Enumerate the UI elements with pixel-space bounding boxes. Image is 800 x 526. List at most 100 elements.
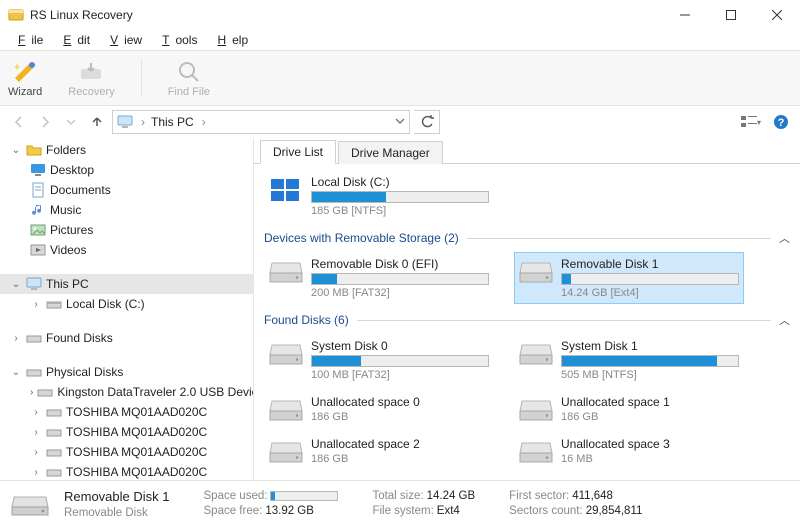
collapse-icon[interactable]: ︿ <box>779 230 790 246</box>
view-options-button[interactable]: ▾ <box>740 111 762 133</box>
tree-item-label: Found Disks <box>46 331 113 345</box>
drive-item[interactable]: System Disk 1505 MB [NTFS] <box>514 334 744 386</box>
drive-icon <box>269 397 303 423</box>
drive-item[interactable]: Unallocated space 1186 GB <box>514 390 744 428</box>
drive-title: Local Disk (C:) <box>311 175 489 189</box>
drive-item[interactable]: Unallocated space 2 186 GB <box>264 432 494 470</box>
drive-title: Unallocated space 2 <box>311 437 489 451</box>
nav-forward-button[interactable] <box>34 111 56 133</box>
app-icon <box>8 7 24 23</box>
drive-title: Unallocated space 0 <box>311 395 489 409</box>
chevron-right-icon[interactable]: › <box>30 447 42 458</box>
drive-item[interactable]: Local Disk (C:) 185 GB [NTFS] <box>264 170 494 222</box>
toolbar-wizard[interactable]: Wizard <box>8 58 42 98</box>
folder-icon <box>26 142 42 158</box>
menu-edit[interactable]: Edit <box>51 32 96 48</box>
group-heading[interactable]: Devices with Removable Storage (2)︿ <box>264 230 790 246</box>
collapse-icon[interactable]: ︿ <box>779 312 790 328</box>
menu-help[interactable]: Help <box>205 32 254 48</box>
drive-icon <box>269 259 303 285</box>
status-fs: Ext4 <box>437 505 460 517</box>
drive-icon <box>46 444 62 460</box>
drive-subtitle: 185 GB [NTFS] <box>311 205 489 217</box>
tree-folders-label: Folders <box>46 143 86 157</box>
toolbar-findfile[interactable]: Find File <box>168 58 210 98</box>
drive-icon <box>269 341 303 367</box>
drive-subtitle: 16 MB <box>561 453 739 465</box>
nav-up-button[interactable] <box>86 111 108 133</box>
drive-item[interactable]: System Disk 0100 MB [FAT32] <box>264 334 494 386</box>
minimize-button[interactable] <box>662 0 708 30</box>
tree-physical-disk-item[interactable]: ›TOSHIBA MQ01AAD020C <box>0 402 253 422</box>
menu-view[interactable]: View <box>98 32 148 48</box>
address-bar: › This PC › ▾ ? <box>0 106 800 138</box>
close-button[interactable] <box>754 0 800 30</box>
group-heading[interactable]: Found Disks (6)︿ <box>264 312 790 328</box>
drive-icon <box>46 296 62 312</box>
this-pc-icon <box>26 276 42 292</box>
status-sectors-count: 29,854,811 <box>586 505 643 517</box>
drive-icon <box>26 330 42 346</box>
refresh-button[interactable] <box>414 110 440 134</box>
chevron-right-icon[interactable]: › <box>30 427 42 438</box>
tree-local-disk-c[interactable]: ›Local Disk (C:) <box>0 294 253 314</box>
tree-found-disks[interactable]: › Found Disks <box>0 328 253 348</box>
chevron-down-icon[interactable]: ⌄ <box>10 367 22 378</box>
tree-item-label: Documents <box>50 183 111 197</box>
toolbar-wizard-label: Wizard <box>8 86 42 98</box>
help-button[interactable]: ? <box>770 111 792 133</box>
drive-item[interactable]: Removable Disk 114.24 GB [Ext4] <box>514 252 744 304</box>
drive-subtitle: 186 GB <box>311 411 489 423</box>
chevron-right-icon[interactable]: › <box>30 299 42 310</box>
tree-folders[interactable]: ⌄ Folders <box>0 140 253 160</box>
tab-label: Drive Manager <box>351 146 430 160</box>
breadcrumb-location[interactable]: This PC <box>151 115 194 129</box>
menu-tools[interactable]: Tools <box>150 32 203 48</box>
tree-physical-disk-item[interactable]: ›TOSHIBA MQ01AAD020C <box>0 422 253 442</box>
wizard-icon <box>11 58 39 86</box>
tree-desktop[interactable]: Desktop <box>0 160 253 180</box>
chevron-down-icon[interactable]: ⌄ <box>10 145 22 156</box>
drive-item[interactable]: Removable Disk 0 (EFI)200 MB [FAT32] <box>264 252 494 304</box>
drive-icon <box>10 489 50 519</box>
tab-drive-list[interactable]: Drive List <box>260 140 336 164</box>
drive-icon <box>519 341 553 367</box>
tab-drive-manager[interactable]: Drive Manager <box>338 141 443 164</box>
tree-item-label: Physical Disks <box>46 365 123 379</box>
nav-back-button[interactable] <box>8 111 30 133</box>
status-first-sector: 411,648 <box>572 490 613 502</box>
tree-physical-disks[interactable]: ⌄ Physical Disks <box>0 362 253 382</box>
drive-item[interactable]: Unallocated space 0 186 GB <box>264 390 494 428</box>
tree-videos[interactable]: Videos <box>0 240 253 260</box>
tree-documents[interactable]: Documents <box>0 180 253 200</box>
tree-physical-disk-item[interactable]: ›TOSHIBA MQ01AAD020C <box>0 462 253 480</box>
recovery-icon <box>77 58 105 86</box>
tree-physical-disk-item[interactable]: ›Kingston DataTraveler 2.0 USB Device <box>0 382 253 402</box>
tree-physical-disk-item[interactable]: ›TOSHIBA MQ01AAD020C <box>0 442 253 462</box>
chevron-down-icon[interactable]: ⌄ <box>10 279 22 290</box>
tree-pictures[interactable]: Pictures <box>0 220 253 240</box>
tree-music[interactable]: Music <box>0 200 253 220</box>
chevron-right-icon[interactable]: › <box>30 467 42 478</box>
status-total-size: 14.24 GB <box>427 490 476 502</box>
address-field[interactable]: › This PC › <box>112 110 410 134</box>
toolbar-separator <box>141 59 142 97</box>
drive-subtitle: 186 GB <box>311 453 489 465</box>
tabs: Drive List Drive Manager <box>254 138 800 164</box>
tree-this-pc[interactable]: ⌄ This PC <box>0 274 253 294</box>
chevron-right-icon[interactable]: › <box>10 333 22 344</box>
drive-icon <box>46 404 62 420</box>
address-dropdown-icon[interactable] <box>395 115 405 129</box>
menu-file[interactable]: File <box>6 32 49 48</box>
drive-icon <box>519 397 553 423</box>
chevron-right-icon[interactable]: › <box>30 387 33 398</box>
maximize-button[interactable] <box>708 0 754 30</box>
nav-history-dropdown[interactable] <box>60 111 82 133</box>
breadcrumb-chevron[interactable]: › <box>202 115 206 129</box>
status-bar: Removable Disk 1 Removable Disk Space us… <box>0 480 800 526</box>
status-sectors-count-label: Sectors count: <box>509 505 583 517</box>
chevron-right-icon[interactable]: › <box>30 407 42 418</box>
tree-item-label: Desktop <box>50 163 94 177</box>
drive-item[interactable]: Unallocated space 316 MB <box>514 432 744 470</box>
toolbar-recovery[interactable]: Recovery <box>68 58 114 98</box>
